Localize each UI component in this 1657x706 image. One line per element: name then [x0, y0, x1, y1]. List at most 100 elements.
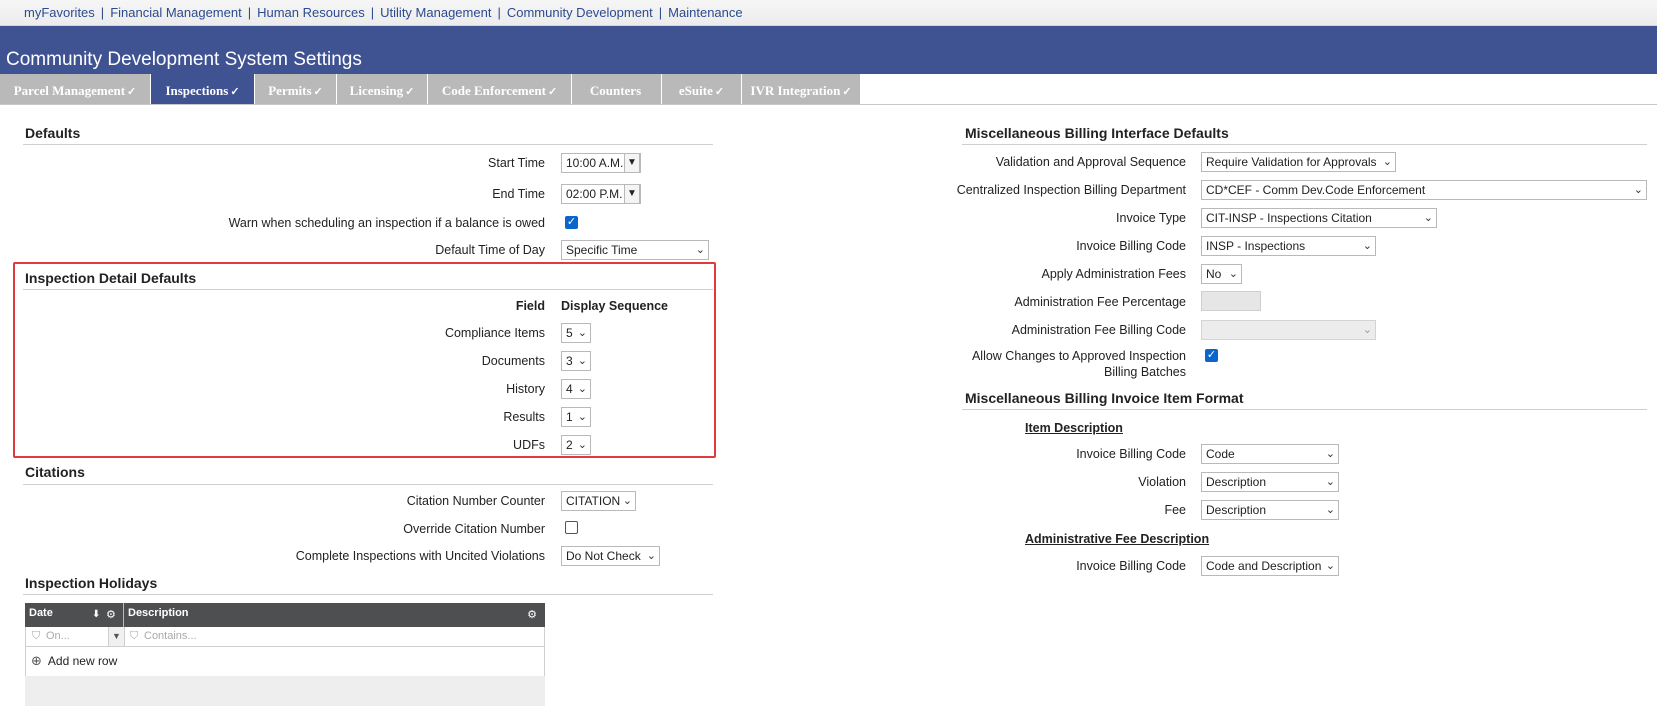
- violation-select[interactable]: Description ⌄: [1201, 472, 1339, 492]
- admin-fee-description-subheading: Administrative Fee Description: [1025, 532, 1210, 546]
- nav-my-favorites[interactable]: myFavorites: [24, 5, 95, 20]
- tab-label: Counters: [589, 83, 642, 98]
- chevron-down-icon: ⌄: [1362, 324, 1372, 336]
- citation-counter-select[interactable]: CITATION ⌄: [561, 491, 636, 511]
- tab-counters[interactable]: Counters: [572, 74, 661, 104]
- nav-maintenance[interactable]: Maintenance: [668, 5, 742, 20]
- chevron-down-icon: ⌄: [646, 550, 656, 562]
- invoice-type-value: CIT-INSP - Inspections Citation: [1206, 211, 1372, 225]
- nav-human-resources[interactable]: Human Resources: [257, 5, 365, 20]
- tab-inspections[interactable]: Inspections ✓: [151, 74, 254, 104]
- check-icon: ✓: [127, 86, 137, 98]
- invoice-billing-code-label: Invoice Billing Code: [1076, 239, 1186, 253]
- divider: [23, 594, 713, 595]
- tab-label: Code Enforcement: [441, 83, 546, 98]
- add-new-row-button[interactable]: ⊕ Add new row: [31, 653, 117, 669]
- item-format-heading: Miscellaneous Billing Invoice Item Forma…: [965, 390, 1244, 406]
- nav-separator: |: [370, 5, 375, 20]
- check-icon: ✓: [313, 86, 323, 98]
- invoice-billing-code-select[interactable]: INSP - Inspections ⌄: [1201, 236, 1376, 256]
- admin-fee-billing-code-label: Administration Fee Billing Code: [1011, 323, 1186, 337]
- warn-balance-label: Warn when scheduling an inspection if a …: [228, 216, 545, 230]
- sequence-value: 4: [566, 382, 573, 396]
- chevron-down-icon: ⌄: [622, 495, 632, 507]
- end-time-select[interactable]: 02:00 P.M. ▼: [561, 184, 641, 204]
- documents-sequence-select[interactable]: 3 ⌄: [561, 351, 591, 371]
- override-citation-label: Override Citation Number: [403, 522, 545, 536]
- top-nav: myFavorites | Financial Management | Human R…: [0, 0, 1657, 26]
- description-column-header[interactable]: Description: [128, 607, 189, 619]
- violation-value: Description: [1206, 475, 1267, 489]
- chevron-down-icon: ⌄: [1325, 504, 1335, 516]
- udfs-sequence-select[interactable]: 2 ⌄: [561, 435, 591, 455]
- item-billing-code-label: Invoice Billing Code: [1076, 447, 1186, 461]
- sort-down-icon[interactable]: ⬇: [92, 609, 100, 620]
- complete-inspections-select[interactable]: Do Not Check ⌄: [561, 546, 660, 566]
- check-icon: ✓: [714, 86, 725, 98]
- override-citation-checkbox[interactable]: [565, 521, 578, 534]
- chevron-down-icon[interactable]: ▼: [108, 627, 124, 646]
- sequence-value: 1: [566, 410, 573, 424]
- tab-parcel-management[interactable]: Parcel Management ✓: [0, 74, 150, 104]
- admin-fee-billing-code-select[interactable]: ⌄: [1201, 320, 1376, 340]
- time-of-day-value: Specific Time: [566, 243, 638, 257]
- check-icon: ✓: [842, 86, 852, 98]
- check-icon: ✓: [405, 86, 415, 98]
- time-of-day-label: Default Time of Day: [435, 243, 545, 257]
- warn-balance-checkbox[interactable]: ✓: [565, 216, 578, 229]
- nav-community-development[interactable]: Community Development: [507, 5, 653, 20]
- invoice-type-select[interactable]: CIT-INSP - Inspections Citation ⌄: [1201, 208, 1437, 228]
- admin-invoice-billing-code-select[interactable]: Code and Description ⌄: [1201, 556, 1339, 576]
- fee-value: Description: [1206, 503, 1267, 517]
- gear-icon[interactable]: ⚙: [527, 608, 537, 621]
- divider: [23, 289, 713, 290]
- settings-tabs: Parcel Management ✓ Inspections ✓ Permits ✓…: [0, 74, 1657, 105]
- allow-changes-checkbox[interactable]: ✓: [1205, 349, 1218, 362]
- tab-label: Parcel Management: [13, 83, 126, 98]
- start-time-value: 10:00 A.M.: [566, 156, 624, 170]
- results-sequence-select[interactable]: 1 ⌄: [561, 407, 591, 427]
- time-of-day-select[interactable]: Specific Time ⌄: [561, 240, 709, 260]
- tab-licensing[interactable]: Licensing ✓: [337, 74, 427, 104]
- filter-icon: ⛉: [32, 630, 41, 642]
- date-column-header[interactable]: Date: [29, 607, 53, 619]
- tab-ivr-integration[interactable]: IVR Integration ✓: [742, 74, 860, 104]
- misc-billing-heading: Miscellaneous Billing Interface Defaults: [965, 125, 1229, 141]
- tab-permits[interactable]: Permits ✓: [255, 74, 336, 104]
- history-sequence-select[interactable]: 4 ⌄: [561, 379, 591, 399]
- page-header: Community Development System Settings: [0, 26, 1657, 74]
- history-label: History: [506, 382, 545, 396]
- defaults-heading: Defaults: [25, 125, 81, 141]
- invoice-billing-code-value: INSP - Inspections: [1206, 239, 1306, 253]
- tab-code-enforcement[interactable]: Code Enforcement ✓: [428, 74, 571, 104]
- complete-inspections-value: Do Not Check: [566, 549, 641, 563]
- apply-admin-fees-select[interactable]: No ⌄: [1201, 264, 1242, 284]
- divider: [23, 144, 713, 145]
- date-filter-input[interactable]: On...: [46, 630, 70, 642]
- start-time-select[interactable]: 10:00 A.M. ▼: [561, 153, 641, 173]
- invoice-type-label: Invoice Type: [1116, 211, 1186, 225]
- validation-sequence-value: Require Validation for Approvals: [1206, 155, 1377, 169]
- chevron-down-icon: ▼: [624, 154, 640, 172]
- compliance-items-sequence-select[interactable]: 5 ⌄: [561, 323, 591, 343]
- fee-label: Fee: [1164, 503, 1186, 517]
- sequence-value: 5: [566, 326, 573, 340]
- violation-label: Violation: [1138, 475, 1186, 489]
- tab-esuite[interactable]: eSuite ✓: [662, 74, 741, 104]
- tab-label: IVR Integration: [750, 83, 841, 98]
- nav-financial-management[interactable]: Financial Management: [110, 5, 242, 20]
- admin-fee-percentage-input[interactable]: [1201, 291, 1261, 311]
- end-time-value: 02:00 P.M.: [566, 187, 623, 201]
- display-sequence-column-header: Display Sequence: [561, 299, 668, 313]
- item-billing-code-select[interactable]: Code ⌄: [1201, 444, 1339, 464]
- chevron-down-icon: ⌄: [577, 383, 587, 395]
- chevron-down-icon: ▼: [624, 185, 640, 203]
- item-description-subheading: Item Description: [1025, 421, 1123, 435]
- validation-sequence-select[interactable]: Require Validation for Approvals ⌄: [1201, 152, 1396, 172]
- description-filter-input[interactable]: Contains...: [144, 630, 197, 642]
- gear-icon[interactable]: ⚙: [106, 608, 116, 621]
- nav-separator: |: [247, 5, 252, 20]
- nav-utility-management[interactable]: Utility Management: [380, 5, 491, 20]
- fee-select[interactable]: Description ⌄: [1201, 500, 1339, 520]
- billing-department-select[interactable]: CD*CEF - Comm Dev.Code Enforcement ⌄: [1201, 180, 1647, 200]
